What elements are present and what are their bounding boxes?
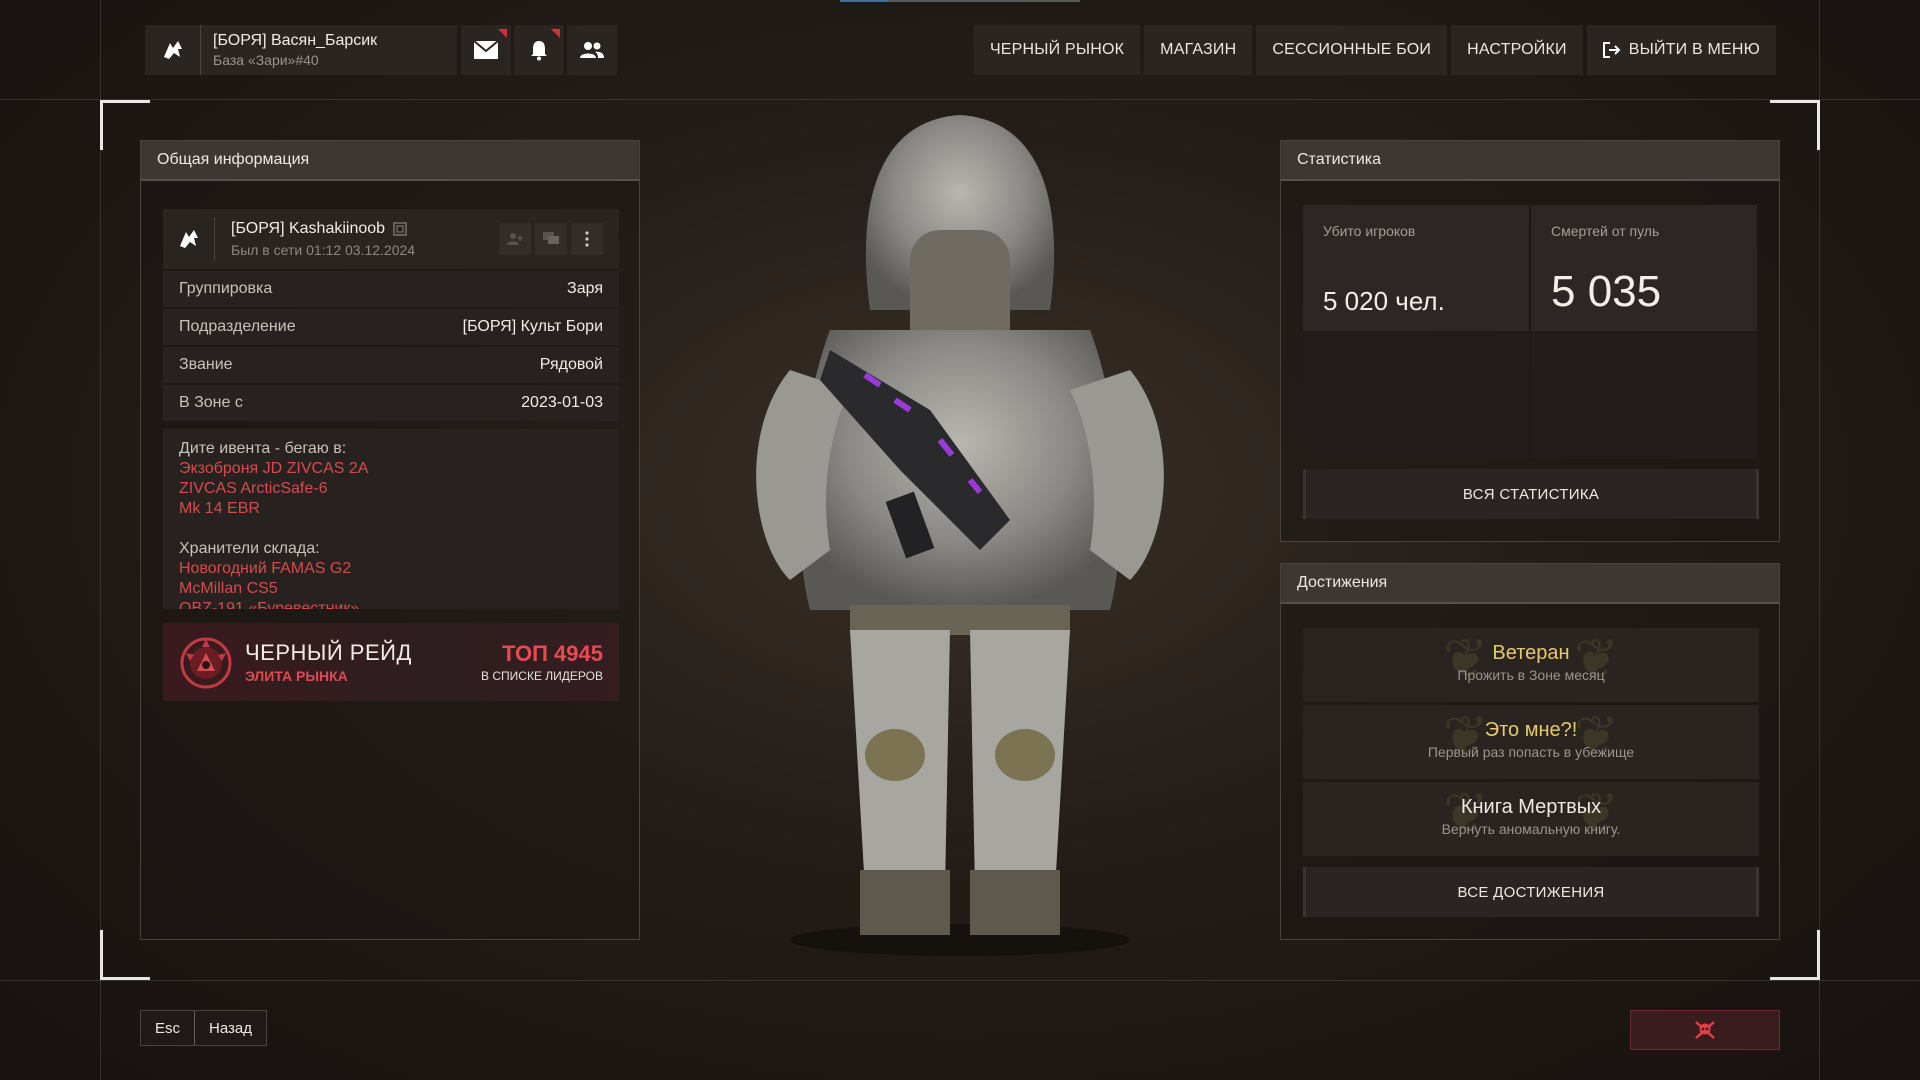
info-row-zone-since: В Зоне с 2023-01-03	[163, 385, 619, 421]
friends-button[interactable]	[567, 25, 617, 75]
stat-value: 5 035	[1551, 267, 1662, 316]
achievement-desc: Вернуть аномальную книгу.	[1441, 821, 1621, 837]
info-row-key: Звание	[179, 356, 233, 373]
copy-icon[interactable]	[393, 222, 407, 236]
nav-settings[interactable]: НАСТРОЙКИ	[1451, 25, 1583, 75]
top-navigation: ЧЕРНЫЙ РЫНОК МАГАЗИН СЕССИОННЫЕ БОИ НАСТ…	[973, 25, 1776, 75]
player-card[interactable]: [БОРЯ] Васян_Барсик База «Зари»#40	[145, 25, 457, 75]
profile-name: [БОРЯ] Kashakiinoob	[231, 220, 386, 237]
bio-heading: Дите ивента - бегаю в:	[179, 440, 347, 457]
achievement-item[interactable]: ❦ ❦ Книга Мертвых Вернуть аномальную кни…	[1303, 782, 1759, 856]
player-name: [БОРЯ] Васян_Барсик	[213, 32, 378, 49]
achievement-desc: Прожить в Зоне месяц	[1457, 667, 1605, 683]
bio-item: ZIVCAS ArcticSafe-6	[179, 480, 328, 497]
info-row-key: Группировка	[179, 280, 273, 297]
profile-card: [БОРЯ] Kashakiinoob Был в сети 01:12 03.…	[163, 209, 619, 269]
info-row-value: Рядовой	[539, 356, 603, 373]
achievement-title: Это мне?!	[1484, 719, 1578, 741]
info-row-faction: Группировка Заря	[163, 271, 619, 307]
stat-label: Смертей от пуль	[1551, 223, 1660, 239]
more-vertical-icon	[585, 231, 589, 247]
general-info-title: Общая информация	[141, 141, 639, 181]
esc-key-label: Esc	[155, 1019, 181, 1037]
statistics-panel: Статистика Убито игроков 5 020 чел. Смер…	[1280, 140, 1780, 542]
report-player-button[interactable]	[1630, 1010, 1780, 1050]
info-row-value: [БОРЯ] Культ Бори	[462, 318, 603, 335]
achievements-title: Достижения	[1281, 564, 1779, 604]
info-row-value: 2023-01-03	[521, 394, 603, 411]
bio-item: Новогодний FAMAS G2	[179, 560, 352, 577]
stat-value: 5 020 чел.	[1323, 286, 1445, 316]
clan-logo-icon	[163, 217, 215, 261]
stat-empty-slot	[1531, 333, 1757, 459]
mail-button[interactable]	[461, 25, 511, 75]
notification-dot	[551, 29, 560, 38]
exit-to-menu-button[interactable]: ВЫЙТИ В МЕНЮ	[1586, 25, 1776, 75]
add-friend-button[interactable]	[499, 223, 531, 255]
black-raid-emblem-icon	[180, 637, 232, 689]
raid-rank: ТОП 4945	[502, 641, 603, 666]
bio-item: Экзоброня JD ZIVCAS 2A	[179, 460, 369, 477]
raid-title: ЧЕРНЫЙ РЕЙД	[245, 640, 412, 665]
bio-item: Mk 14 EBR	[179, 500, 260, 517]
info-row-value: Заря	[567, 280, 603, 297]
stat-label: Убито игроков	[1323, 223, 1416, 239]
achievements-panel: Достижения ❦ ❦ Ветеран Прожить в Зоне ме…	[1280, 563, 1780, 940]
loading-progress-bar	[840, 0, 1080, 2]
general-info-panel: Общая информация [БОРЯ] Kashakiinoob Был…	[140, 140, 640, 940]
raid-rank-label: В СПИСКЕ ЛИДЕРОВ	[481, 669, 603, 683]
clan-logo-icon	[145, 25, 201, 75]
more-options-button[interactable]	[571, 223, 603, 255]
frame-line-right	[1819, 0, 1820, 1080]
exit-icon	[1602, 42, 1621, 58]
exit-label: ВЫЙТИ В МЕНЮ	[1628, 41, 1760, 58]
bio-item: McMillan CS5	[179, 580, 278, 597]
statistics-title: Статистика	[1281, 141, 1779, 181]
all-achievements-button[interactable]: ВСЕ ДОСТИЖЕНИЯ	[1303, 867, 1759, 917]
frame-line-left	[100, 0, 101, 1080]
bell-icon	[531, 41, 547, 61]
raid-subtitle: ЭЛИТА РЫНКА	[245, 668, 348, 684]
add-friend-icon	[507, 233, 523, 245]
info-row-key: Подразделение	[179, 318, 296, 335]
black-raid-card[interactable]: ЧЕРНЫЙ РЕЙД ЭЛИТА РЫНКА ТОП 4945 В СПИСК…	[163, 623, 619, 701]
stat-kills: Убито игроков 5 020 чел.	[1303, 205, 1529, 331]
info-row-rank: Звание Рядовой	[163, 347, 619, 383]
achievement-desc: Первый раз попасть в убежище	[1427, 744, 1635, 760]
frame-line-top	[0, 99, 1920, 100]
back-label: Назад	[194, 1011, 266, 1045]
skull-crossbones-icon	[1695, 1021, 1715, 1039]
last-seen: Был в сети 01:12 03.12.2024	[231, 242, 416, 258]
player-bio: Дите ивента - бегаю в: Экзоброня JD ZIVC…	[163, 429, 619, 609]
stat-bullet-deaths: Смертей от пуль 5 035	[1531, 205, 1757, 331]
friends-icon	[580, 42, 604, 58]
achievement-title: Ветеран	[1492, 642, 1570, 664]
nav-shop[interactable]: МАГАЗИН	[1144, 25, 1253, 75]
all-statistics-button[interactable]: ВСЯ СТАТИСТИКА	[1303, 469, 1759, 519]
mail-icon	[473, 40, 499, 59]
chat-button[interactable]	[535, 223, 567, 255]
achievement-item[interactable]: ❦ ❦ Ветеран Прожить в Зоне месяц	[1303, 628, 1759, 702]
stat-empty-slot	[1303, 333, 1529, 459]
player-base: База «Зари»#40	[213, 52, 319, 68]
info-row-key: В Зоне с	[179, 394, 243, 411]
frame-line-bottom	[0, 980, 1920, 981]
info-row-unit: Подразделение [БОРЯ] Культ Бори	[163, 309, 619, 345]
bio-item: QBZ-191 «Буревестник»	[179, 600, 360, 609]
notification-dot	[498, 29, 507, 38]
character-model[interactable]	[680, 110, 1240, 970]
nav-black-market[interactable]: ЧЕРНЫЙ РЫНОК	[973, 25, 1141, 75]
achievement-title: Книга Мертвых	[1460, 796, 1602, 818]
bio-heading: Хранители склада:	[179, 540, 320, 557]
achievement-item[interactable]: ❦ ❦ Это мне?! Первый раз попасть в убежи…	[1303, 705, 1759, 779]
back-hotkey[interactable]: Esc Назад	[140, 1010, 267, 1046]
chat-icon	[543, 232, 559, 244]
nav-session-battles[interactable]: СЕССИОННЫЕ БОИ	[1256, 25, 1448, 75]
notifications-button[interactable]	[514, 25, 564, 75]
